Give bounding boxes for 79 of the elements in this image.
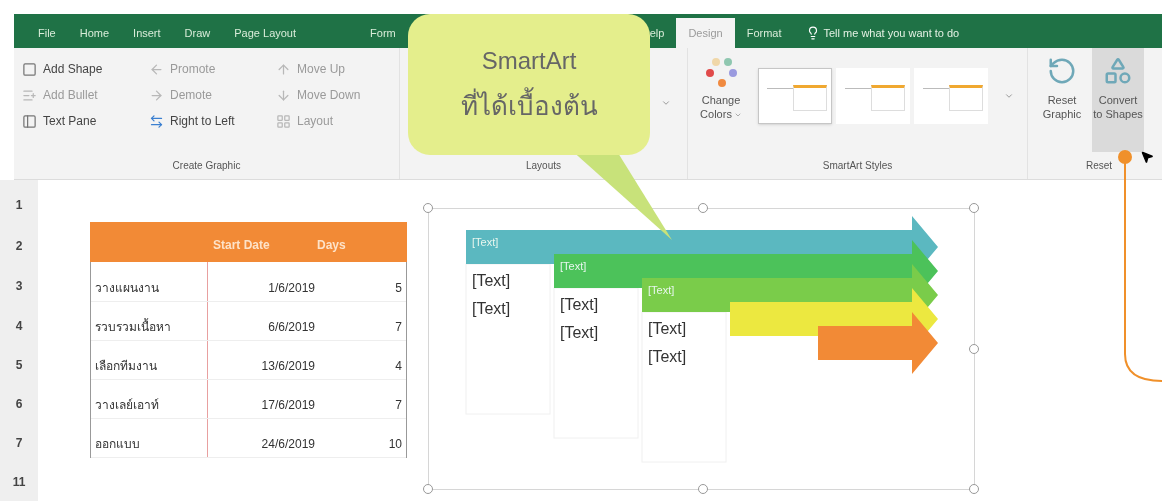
table-cell-text: 1/6/2019: [267, 280, 316, 297]
bullet-text: [Text]: [560, 324, 599, 341]
row-number: 1: [15, 197, 23, 214]
table-cell-text: 7: [394, 397, 403, 414]
resize-handle[interactable]: [969, 344, 979, 354]
style-thumbnail[interactable]: [836, 68, 910, 124]
group-label: Layouts: [525, 159, 562, 173]
column-header: Days: [317, 237, 346, 254]
row-number: 6: [15, 395, 23, 413]
arrow-label: [Text]: [560, 260, 587, 272]
gallery-more-icon[interactable]: [661, 98, 671, 108]
change-colors-button[interactable]: Change Colors: [692, 56, 750, 122]
bullet-text: [Text]: [648, 348, 687, 365]
row-number: 7: [15, 434, 23, 452]
ribbon-tab[interactable]: Home: [67, 18, 122, 48]
resize-handle[interactable]: [969, 484, 979, 494]
swap-arrows-icon: [149, 113, 164, 129]
arrow-label: [Text]: [472, 236, 499, 248]
table-cell-text: 4: [394, 358, 403, 375]
table-cell-text: 13/6/2019: [260, 358, 316, 375]
gallery-more-icon[interactable]: [1004, 91, 1014, 101]
ribbon-button[interactable]: Convert to Shapes: [1092, 48, 1144, 152]
table-cell-text: 10: [387, 436, 403, 453]
arrow-label: [Text]: [648, 284, 675, 296]
table-cell: เลือกทีมงาน: [91, 341, 208, 379]
table-cell: รวบรวมเนื้อหา: [91, 302, 208, 340]
ribbon-button[interactable]: Reset Graphic: [1036, 48, 1088, 152]
right-arrow-icon: [149, 87, 164, 103]
row-number: 2: [15, 238, 23, 255]
row-number: 4: [15, 317, 23, 335]
resize-handle[interactable]: [698, 203, 708, 213]
ribbon-tab[interactable]: Draw: [172, 18, 223, 48]
callout-text: SmartArt: [481, 46, 577, 76]
cursor-icon: [1140, 150, 1154, 164]
ribbon-tab[interactable]: Form: [358, 18, 408, 48]
table-cell-text: 24/6/2019: [260, 436, 316, 453]
table-cell-text: 17/6/2019: [260, 397, 316, 414]
row-number: 11: [12, 473, 26, 491]
down-arrow-icon: [276, 87, 291, 103]
grid-icon: [276, 113, 291, 129]
ribbon-tab[interactable]: Insert: [121, 18, 173, 48]
color-dots-icon: [704, 56, 738, 90]
ribbon-tab[interactable]: Format: [734, 18, 794, 48]
table-cell: วางเลย์เอาท์: [91, 380, 208, 418]
ribbon-tab[interactable]: Design: [676, 18, 735, 48]
square-icon: [22, 61, 37, 77]
group-label: Create Graphic: [171, 159, 242, 173]
panel-icon: [22, 113, 37, 129]
style-thumbnail[interactable]: [758, 68, 832, 124]
resize-handle[interactable]: [698, 484, 708, 494]
table-cell: ออกแบบ: [91, 419, 208, 457]
list-plus-icon: [22, 87, 37, 103]
reset-icon: [1047, 56, 1077, 86]
column-header: Start Date: [212, 237, 271, 254]
bullet-text: [Text]: [560, 296, 599, 313]
table-cell: วางแผนงาน: [91, 262, 208, 301]
group-label: SmartArt Styles: [821, 159, 894, 173]
bullet-text: [Text]: [648, 320, 687, 337]
bullet-text: [Text]: [472, 272, 511, 289]
row-number: 5: [15, 356, 23, 374]
ribbon-command[interactable]: Text Pane: [18, 108, 133, 134]
shapes-icon: [1103, 56, 1133, 86]
ribbon-tab[interactable]: Page Layout: [222, 18, 309, 48]
callout-text: ที่ได้เบื้องต้น: [460, 87, 598, 126]
resize-handle[interactable]: [969, 203, 979, 213]
table-cell-text: 6/6/2019: [267, 319, 316, 336]
ribbon-command[interactable]: Right to Left: [145, 108, 260, 134]
resize-handle[interactable]: [423, 484, 433, 494]
ribbon-tab[interactable]: elp: [649, 18, 677, 48]
ribbon-tab[interactable]: File: [26, 18, 68, 48]
ribbon-command[interactable]: Add Shape: [18, 56, 133, 82]
row-number: 3: [15, 278, 23, 295]
resize-handle[interactable]: [423, 203, 433, 213]
group-label: Reset: [1085, 159, 1114, 173]
bullet-text: [Text]: [472, 300, 511, 317]
style-thumbnail[interactable]: [914, 68, 988, 124]
table-cell-text: 7: [394, 319, 403, 336]
tell-me-search[interactable]: Tell me what you want to do: [823, 24, 960, 42]
table-cell-text: 5: [394, 280, 403, 297]
